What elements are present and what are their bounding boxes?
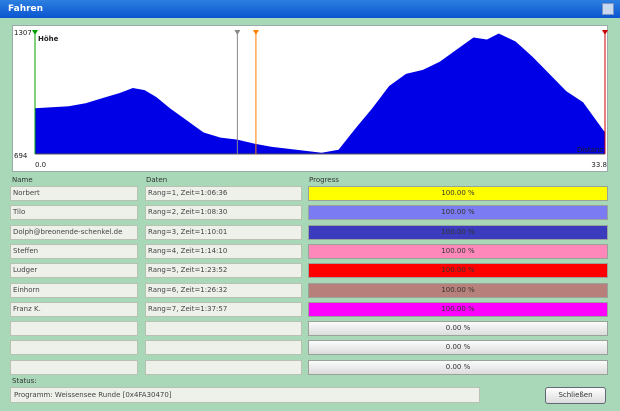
progress-bar: 100.00 %: [308, 186, 608, 201]
y-axis-label: Höhe: [38, 35, 59, 43]
y-min-tick-label: 694: [14, 152, 28, 160]
participant-name-field: Dolph@breonende-schenkel.de: [10, 225, 138, 240]
column-header-progress: Progress: [309, 176, 339, 184]
x-axis-label: Distanz: [577, 146, 603, 154]
position-marker-triangle: [234, 30, 241, 35]
participant-data-field: Rang=3, Zeit=1:10:01: [145, 225, 302, 240]
progress-text: 100.00 %: [441, 286, 475, 294]
close-button[interactable]: Schließen: [545, 387, 606, 404]
progress-bar: 0.00 %: [308, 340, 608, 355]
participant-data-field: [145, 360, 302, 375]
participant-data-field: Rang=7, Zeit=1:37:57: [145, 302, 302, 317]
progress-text: 100.00 %: [441, 247, 475, 255]
status-field: Programm: Weissensee Runde [0x4FA30470]: [10, 387, 480, 403]
x-max-tick-label: 33.8: [591, 161, 607, 169]
elevation-chart-svg: 1307 694 0.0 33.8 Höhe Distanz: [14, 29, 608, 169]
progress-text: 100.00 %: [441, 305, 475, 313]
progress-text: 100.00 %: [441, 266, 475, 274]
participant-name-field: Franz K.: [10, 302, 138, 317]
participant-data-field: Rang=4, Zeit=1:14:10: [145, 244, 302, 259]
participant-name-field: Einhorn: [10, 283, 138, 298]
participant-data-field: Rang=6, Zeit=1:26:32: [145, 283, 302, 298]
participant-data-field: [145, 321, 302, 336]
participant-name-field: [10, 321, 138, 336]
participant-name-field: Ludger: [10, 263, 138, 278]
progress-text: 100.00 %: [441, 228, 475, 236]
participant-data-field: [145, 340, 302, 355]
participant-data-field: Rang=1, Zeit=1:06:36: [145, 186, 302, 201]
progress-bar: 100.00 %: [308, 225, 608, 240]
elevation-chart: 1307 694 0.0 33.8 Höhe Distanz: [12, 25, 608, 172]
participant-name-field: Tilo: [10, 205, 138, 220]
participant-name-field: Steffen: [10, 244, 138, 259]
progress-bar: 100.00 %: [308, 263, 608, 278]
elevation-area: [35, 33, 605, 154]
x-min-tick-label: 0.0: [35, 161, 46, 169]
progress-bar: 100.00 %: [308, 244, 608, 259]
position-marker-triangle: [252, 30, 259, 35]
progress-bar: 100.00 %: [308, 302, 608, 317]
participant-name-field: [10, 340, 138, 355]
progress-text: 0.00 %: [445, 363, 471, 371]
progress-bar: 0.00 %: [308, 321, 608, 336]
participant-name-field: Norbert: [10, 186, 138, 201]
progress-bar: 100.00 %: [308, 205, 608, 220]
progress-bar: 0.00 %: [308, 360, 608, 375]
progress-text: 0.00 %: [445, 343, 471, 351]
participant-data-field: Rang=5, Zeit=1:23:52: [145, 263, 302, 278]
progress-bar: 100.00 %: [308, 283, 608, 298]
progress-text: 0.00 %: [445, 324, 471, 332]
y-max-tick-label: 1307: [14, 29, 32, 37]
progress-text: 100.00 %: [441, 189, 475, 197]
window-title: Fahren: [8, 4, 44, 14]
progress-text: 100.00 %: [441, 208, 475, 216]
status-label: Status:: [12, 377, 37, 385]
participant-name-field: [10, 360, 138, 375]
position-marker-triangle: [602, 30, 608, 35]
window-titlebar: Fahren: [0, 0, 620, 18]
participant-data-field: Rang=2, Zeit=1:08:30: [145, 205, 302, 220]
column-header-name: Name: [12, 176, 33, 184]
window-close-icon[interactable]: [602, 3, 614, 15]
column-header-data: Daten: [146, 176, 168, 184]
